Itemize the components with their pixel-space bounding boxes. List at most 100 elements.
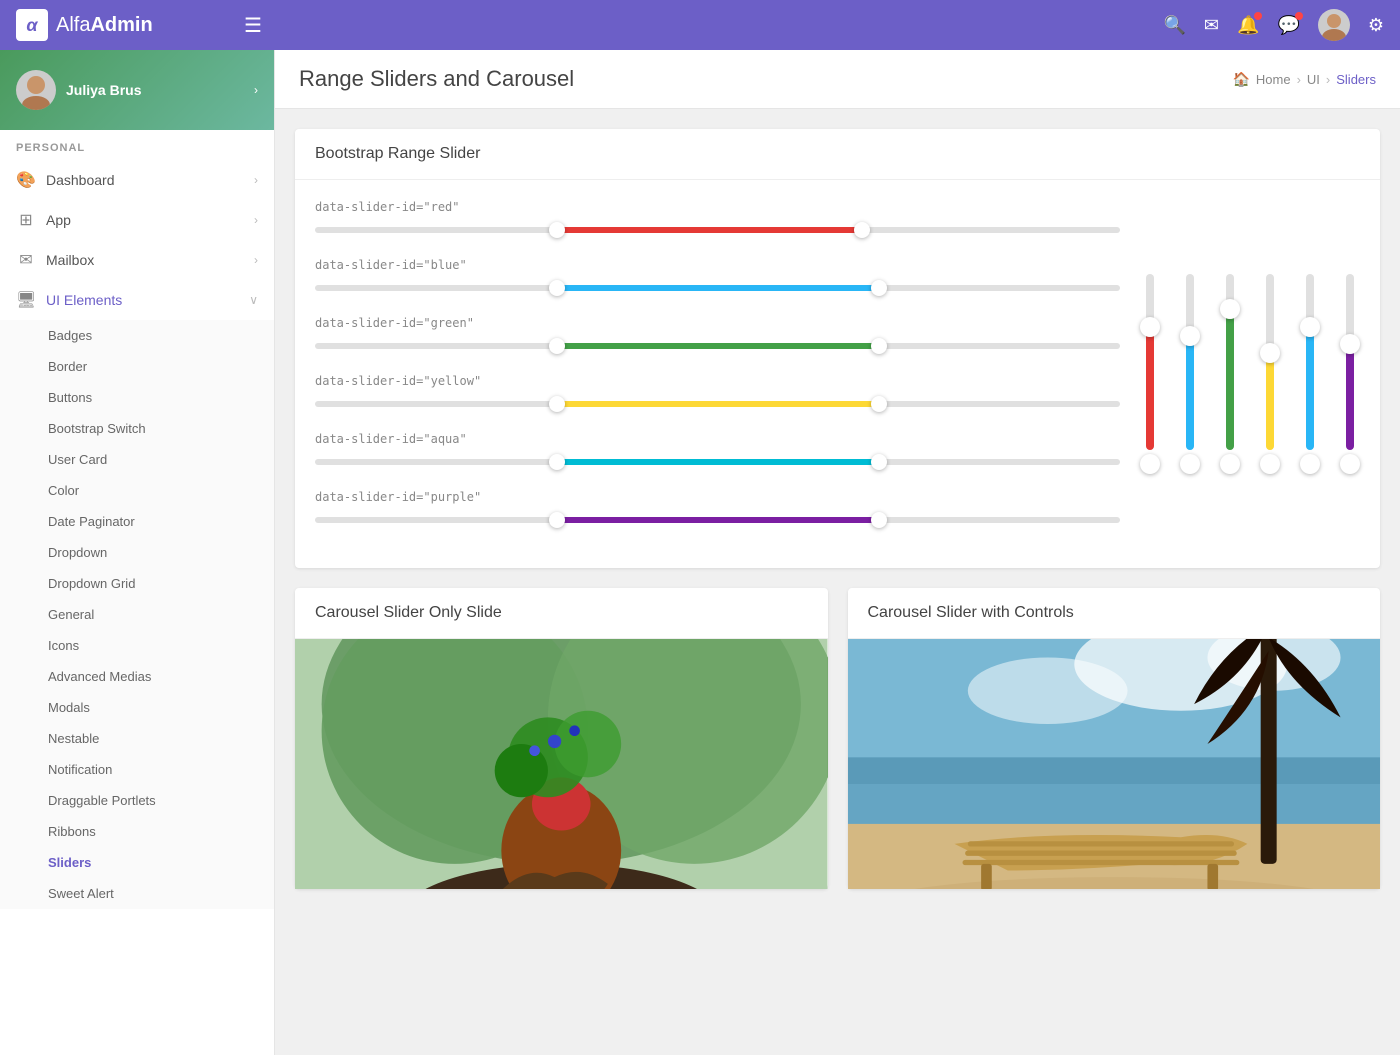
sidebar-item-app[interactable]: ⊞ App › [0, 200, 274, 240]
settings-icon[interactable]: ⚙ [1368, 15, 1384, 36]
slider-layout: data-slider-id="red" [315, 200, 1360, 548]
sidebar-subitem-general[interactable]: General [0, 599, 274, 630]
vslider-track-aqua [1306, 274, 1314, 450]
slider-label-purple: data-slider-id="purple" [315, 490, 1120, 504]
main-layout: Juliya Brus › PERSONAL 🎨 Dashboard › ⊞ A… [0, 50, 1400, 1055]
sidebar-subitem-buttons[interactable]: Buttons [0, 382, 274, 413]
slider-handle-red-right[interactable] [854, 222, 870, 238]
mailbox-arrow: › [254, 253, 258, 267]
slider-track-purple [315, 517, 1120, 523]
sidebar-subitem-icons[interactable]: Icons [0, 630, 274, 661]
vslider-green[interactable] [1220, 274, 1240, 474]
slider-fill-blue [557, 285, 879, 291]
slider-handle-blue-left[interactable] [549, 280, 565, 296]
slider-track-green-wrap[interactable] [315, 336, 1120, 356]
vslider-bottom-handle-purple[interactable] [1340, 454, 1360, 474]
hamburger-icon[interactable]: ☰ [244, 13, 262, 38]
slider-handle-purple-left[interactable] [549, 512, 565, 528]
slider-handle-aqua-left[interactable] [549, 454, 565, 470]
slider-track-aqua-wrap[interactable] [315, 452, 1120, 472]
vslider-yellow[interactable] [1260, 274, 1280, 474]
slider-row-red: data-slider-id="red" [315, 200, 1120, 240]
sidebar-subitem-draggable-portlets[interactable]: Draggable Portlets [0, 785, 274, 816]
sidebar-item-dashboard[interactable]: 🎨 Dashboard › [0, 160, 274, 200]
vslider-bottom-handle-red[interactable] [1140, 454, 1160, 474]
slider-handle-purple-right[interactable] [871, 512, 887, 528]
user-avatar[interactable] [1318, 9, 1350, 41]
sidebar-subitem-sliders[interactable]: Sliders [0, 847, 274, 878]
vslider-bottom-handle-green[interactable] [1220, 454, 1240, 474]
brand-alfa: Alfa [56, 14, 90, 36]
sidebar-subitem-user-card[interactable]: User Card [0, 444, 274, 475]
main-content: Range Sliders and Carousel 🏠 Home › UI ›… [275, 50, 1400, 1055]
sidebar-user-panel[interactable]: Juliya Brus › [0, 50, 274, 130]
slider-handle-red-left[interactable] [549, 222, 565, 238]
alpha-icon: α [16, 9, 48, 41]
search-icon[interactable]: 🔍 [1164, 15, 1186, 36]
sidebar-subitem-sweet-alert[interactable]: Sweet Alert [0, 878, 274, 909]
slider-track-purple-wrap[interactable] [315, 510, 1120, 530]
horizontal-sliders-container: data-slider-id="red" [315, 200, 1120, 548]
sidebar-subitem-border[interactable]: Border [0, 351, 274, 382]
breadcrumb-home[interactable]: Home [1256, 72, 1291, 87]
slider-handle-blue-right[interactable] [871, 280, 887, 296]
vslider-handle-red[interactable] [1140, 317, 1160, 337]
slider-handle-yellow-left[interactable] [549, 396, 565, 412]
vslider-bottom-handle-aqua[interactable] [1300, 454, 1320, 474]
slider-fill-green [557, 343, 879, 349]
slider-label-red: data-slider-id="red" [315, 200, 1120, 214]
vslider-bottom-handle-blue[interactable] [1180, 454, 1200, 474]
vslider-red[interactable] [1140, 274, 1160, 474]
mail-icon[interactable]: ✉ [1204, 15, 1219, 36]
slider-handle-aqua-right[interactable] [871, 454, 887, 470]
vslider-purple[interactable] [1340, 274, 1360, 474]
vslider-handle-purple[interactable] [1340, 334, 1360, 354]
sidebar-subitem-nestable[interactable]: Nestable [0, 723, 274, 754]
bell-icon[interactable]: 🔔 [1237, 15, 1259, 36]
vslider-blue[interactable] [1180, 274, 1200, 474]
brand-text: AlfaAdmin [56, 14, 153, 37]
vslider-track-green [1226, 274, 1234, 450]
carousel-controls-svg [848, 639, 1381, 889]
brand-logo[interactable]: α AlfaAdmin [16, 9, 236, 41]
vslider-bottom-handle-yellow[interactable] [1260, 454, 1280, 474]
vslider-fill-purple [1346, 344, 1354, 450]
vslider-fill-aqua [1306, 327, 1314, 450]
breadcrumb-ui[interactable]: UI [1307, 72, 1320, 87]
vslider-handle-green[interactable] [1220, 299, 1240, 319]
sidebar-submenu-ui: Badges Border Buttons Bootstrap Switch U… [0, 320, 274, 909]
vslider-aqua[interactable] [1300, 274, 1320, 474]
sidebar-subitem-color[interactable]: Color [0, 475, 274, 506]
sidebar-subitem-bootstrap-switch[interactable]: Bootstrap Switch [0, 413, 274, 444]
slider-handle-green-right[interactable] [871, 338, 887, 354]
vslider-handle-blue[interactable] [1180, 326, 1200, 346]
sidebar-subitem-dropdown[interactable]: Dropdown [0, 537, 274, 568]
sidebar-user-arrow: › [254, 83, 258, 97]
sidebar-item-ui-elements[interactable]: 🖥 UI Elements ∨ [0, 280, 274, 320]
slider-label-yellow: data-slider-id="yellow" [315, 374, 1120, 388]
slider-track-blue [315, 285, 1120, 291]
sidebar-subitem-dropdown-grid[interactable]: Dropdown Grid [0, 568, 274, 599]
slider-track-red-wrap[interactable] [315, 220, 1120, 240]
vslider-handle-aqua[interactable] [1300, 317, 1320, 337]
sidebar-subitem-modals[interactable]: Modals [0, 692, 274, 723]
sidebar-subitem-notification[interactable]: Notification [0, 754, 274, 785]
slider-fill-aqua [557, 459, 879, 465]
slider-handle-yellow-right[interactable] [871, 396, 887, 412]
vslider-handle-yellow[interactable] [1260, 343, 1280, 363]
sidebar-subitem-advanced-medias[interactable]: Advanced Medias [0, 661, 274, 692]
sidebar-subitem-ribbons[interactable]: Ribbons [0, 816, 274, 847]
sidebar-subitem-date-paginator[interactable]: Date Paginator [0, 506, 274, 537]
slider-track-blue-wrap[interactable] [315, 278, 1120, 298]
slider-handle-green-left[interactable] [549, 338, 565, 354]
slider-track-green [315, 343, 1120, 349]
app-icon: ⊞ [16, 210, 36, 230]
sidebar-label-app: App [46, 212, 244, 228]
sidebar-subitem-badges[interactable]: Badges [0, 320, 274, 351]
ui-elements-arrow: ∨ [249, 293, 258, 307]
slider-track-yellow-wrap[interactable] [315, 394, 1120, 414]
chat-icon[interactable]: 💬 [1277, 15, 1299, 36]
slider-track-yellow [315, 401, 1120, 407]
sidebar: Juliya Brus › PERSONAL 🎨 Dashboard › ⊞ A… [0, 50, 275, 1055]
sidebar-item-mailbox[interactable]: ✉ Mailbox › [0, 240, 274, 280]
